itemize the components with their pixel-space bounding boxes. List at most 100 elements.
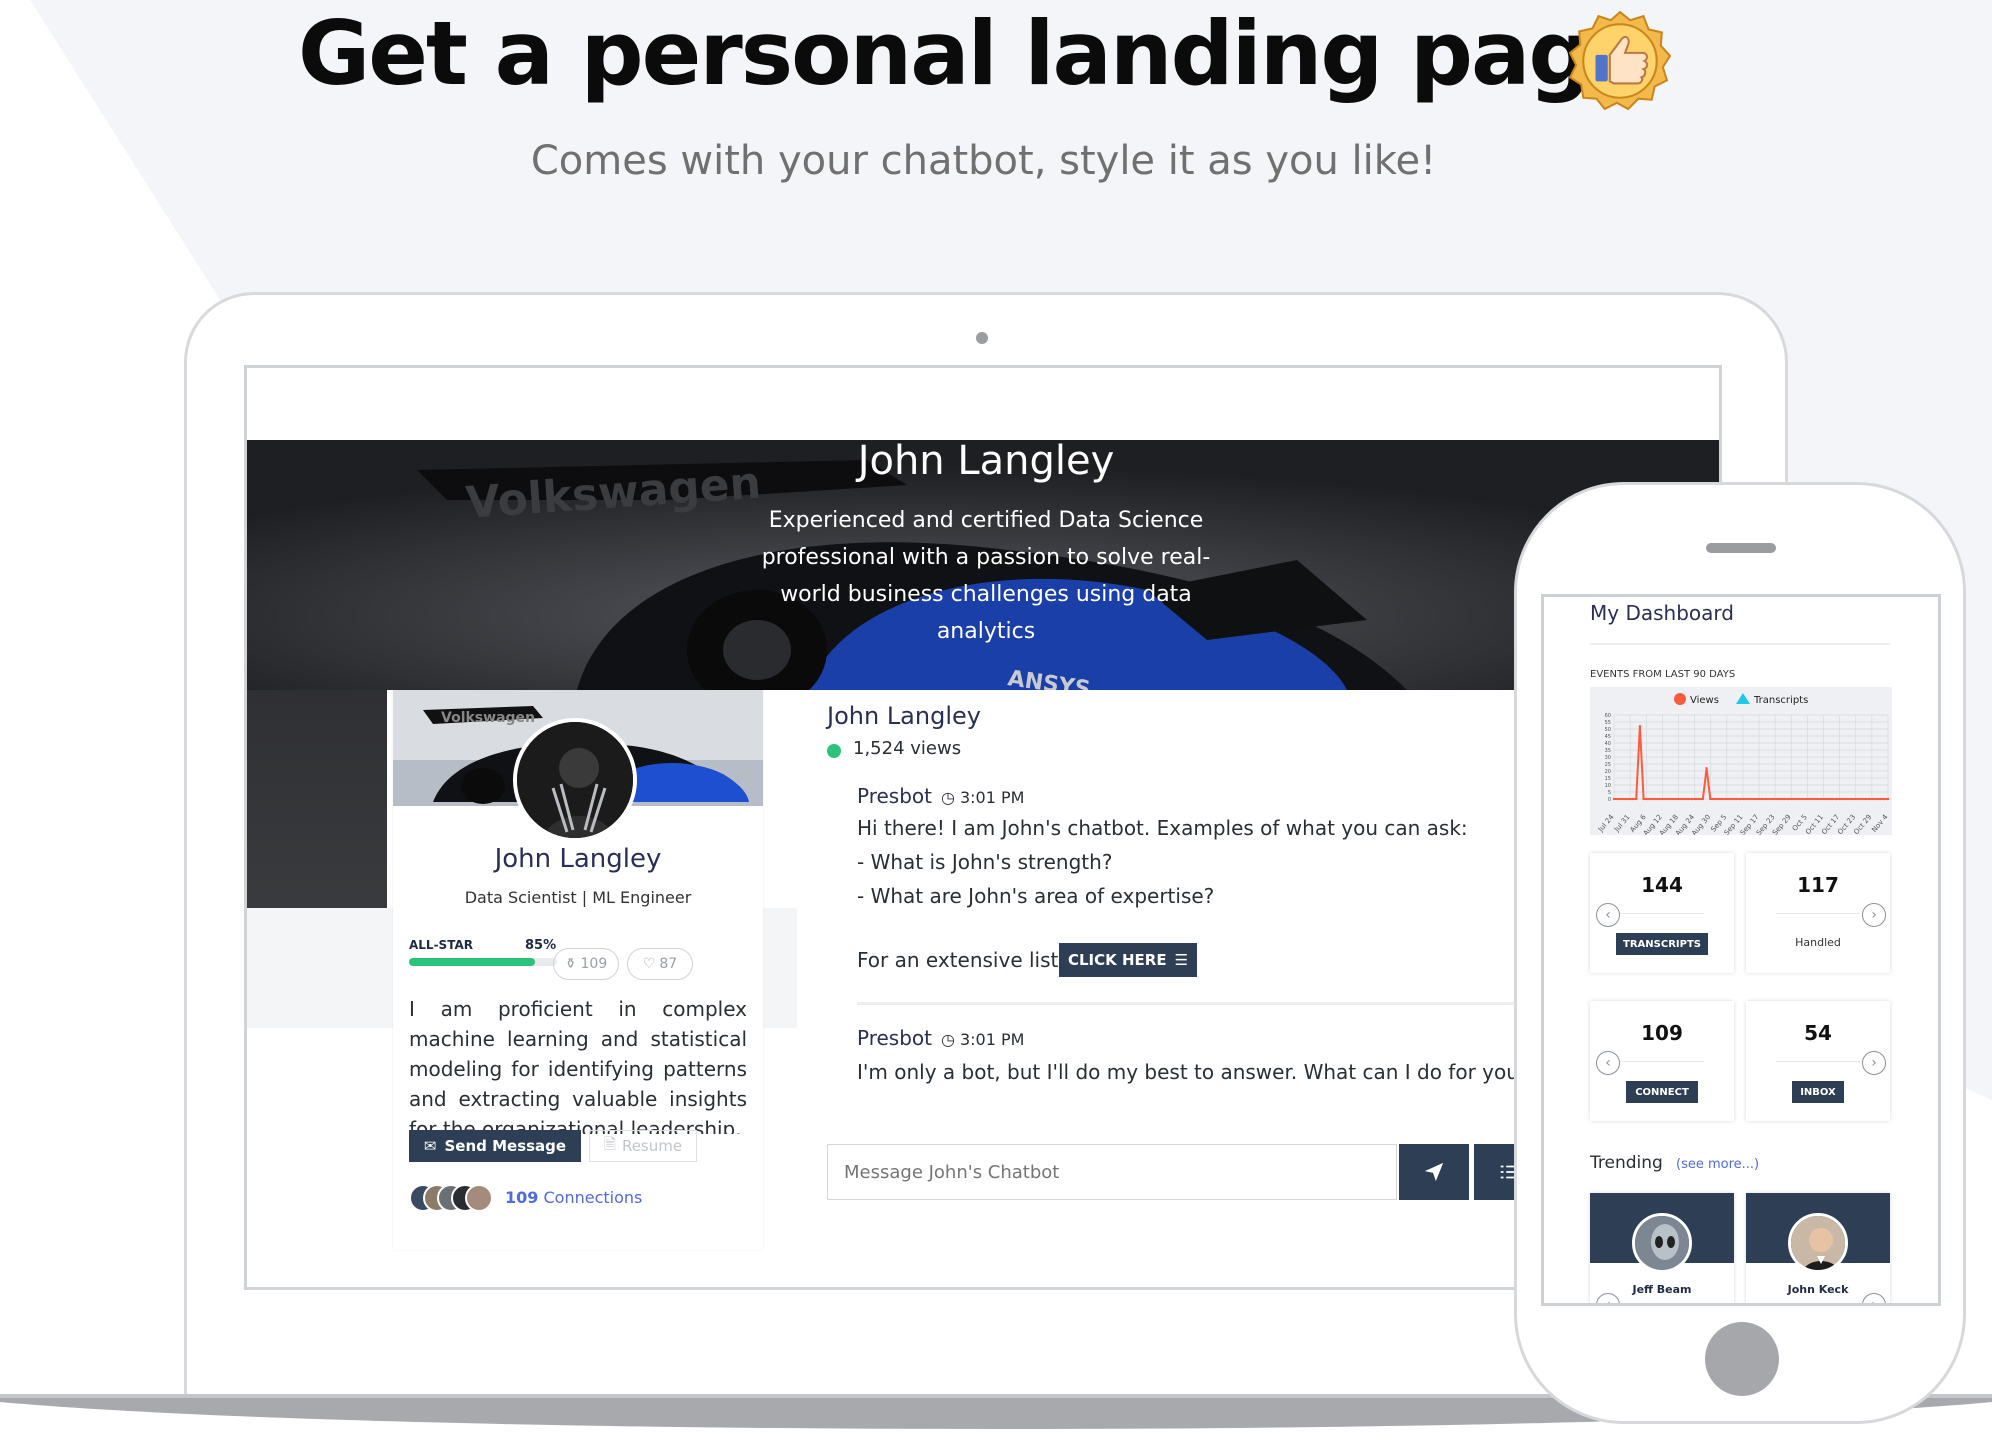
views-data-point — [1723, 797, 1727, 801]
views-data-point — [1705, 767, 1708, 770]
views-data-point — [1812, 797, 1816, 801]
chart-y-tick-label: 30 — [1605, 755, 1611, 761]
stat-label: CONNECT — [1626, 1081, 1698, 1103]
views-data-point — [1816, 797, 1819, 801]
views-data-point — [1742, 797, 1745, 801]
document-icon: 🗎 — [603, 1134, 616, 1153]
views-data-point — [1734, 797, 1738, 801]
views-data-point — [1727, 797, 1730, 801]
hero-description: Experienced and certified Data Science p… — [761, 508, 1211, 644]
connection-avatars[interactable] — [409, 1184, 499, 1212]
dashboard-divider — [1590, 643, 1890, 645]
thumbs-up-badge-icon — [1569, 10, 1671, 111]
like-button[interactable]: ♡ 87 — [627, 948, 693, 980]
chart-y-tick-label: 0 — [1608, 797, 1611, 803]
chevron-left-icon[interactable]: ‹ — [1596, 1051, 1620, 1075]
views-data-point — [1853, 797, 1856, 801]
connection-avatar — [465, 1184, 493, 1212]
send-chat-button[interactable] — [1399, 1144, 1469, 1200]
views-data-point — [1701, 797, 1705, 801]
views-data-point — [1686, 797, 1690, 801]
views-data-point — [1768, 797, 1771, 801]
phone-home-button[interactable] — [1705, 1322, 1779, 1396]
chart-y-tick-label: 15 — [1605, 776, 1611, 782]
views-data-point — [1783, 797, 1786, 801]
avatar — [1788, 1213, 1848, 1273]
views-data-point — [1657, 797, 1660, 801]
see-more-link[interactable]: (see more...) — [1676, 1157, 1759, 1172]
stat-label: TRANSCRIPTS — [1616, 933, 1708, 955]
views-data-point — [1864, 797, 1867, 801]
chat-message-input[interactable] — [827, 1144, 1397, 1200]
chart-y-tick-label: 20 — [1605, 769, 1611, 775]
views-data-point — [1720, 797, 1723, 801]
views-data-point — [1738, 797, 1742, 801]
trending-card[interactable]: John Keck — [1746, 1193, 1890, 1303]
views-data-point — [1668, 797, 1671, 801]
clock-icon: ◷ — [941, 1030, 955, 1049]
views-data-point — [1631, 797, 1634, 801]
svg-text:Volkswagen: Volkswagen — [441, 710, 535, 726]
list-icon: ☰ — [1174, 951, 1189, 969]
views-data-point — [1642, 797, 1645, 801]
stat-divider — [1620, 913, 1704, 914]
events-chart: Views Transcripts 0510152025303540455055… — [1590, 687, 1892, 835]
views-data-point — [1879, 797, 1882, 801]
chevron-left-icon[interactable]: ‹ — [1596, 903, 1620, 927]
events-label: EVENTS FROM LAST 90 DAYS — [1590, 669, 1736, 680]
hero-side-panel — [247, 690, 387, 915]
stat-value: 109 — [1641, 1021, 1683, 1045]
views-data-point — [1820, 797, 1823, 801]
views-data-point — [1875, 797, 1879, 801]
views-data-point — [1627, 797, 1631, 801]
chart-y-tick-label: 25 — [1605, 762, 1611, 768]
views-data-point — [1635, 797, 1638, 801]
views-data-point — [1757, 797, 1760, 801]
click-here-label: CLICK HERE — [1067, 951, 1167, 969]
click-here-button[interactable]: CLICK HERE ☰ — [1059, 943, 1197, 977]
message-sender: Presbot — [857, 1026, 932, 1050]
views-data-point — [1775, 797, 1779, 801]
views-data-point — [1679, 797, 1682, 801]
views-data-point — [1797, 797, 1801, 801]
views-data-point — [1883, 797, 1886, 801]
views-data-point — [1694, 797, 1697, 801]
chevron-right-icon[interactable]: › — [1862, 903, 1886, 927]
connections-link[interactable]: 109 Connections — [505, 1188, 642, 1207]
views-data-point — [1660, 797, 1664, 801]
chat-title: John Langley — [827, 702, 981, 730]
message-cta-text: For an extensive list, — [857, 948, 1065, 972]
hero-name: John Langley — [857, 440, 1115, 484]
avatar[interactable] — [513, 718, 637, 842]
view-count: 1,524 views — [853, 738, 962, 759]
views-data-point — [1672, 797, 1675, 801]
views-data-point — [1623, 797, 1627, 801]
phone-screen: My Dashboard EVENTS FROM LAST 90 DAYS Vi… — [1541, 594, 1941, 1306]
message-line: - What are John's area of expertise? — [857, 884, 1215, 908]
views-data-point — [1779, 797, 1782, 801]
resume-button[interactable]: 🗎 Resume — [589, 1130, 697, 1162]
views-data-point — [1760, 797, 1764, 801]
profile-progress-label: 85% — [525, 938, 557, 953]
views-data-point — [1834, 797, 1838, 801]
views-data-point — [1794, 797, 1797, 801]
endorse-count: 109 — [580, 956, 608, 972]
trending-card[interactable]: Jeff Beam — [1590, 1193, 1734, 1303]
views-data-point — [1801, 797, 1805, 801]
stat-value: 144 — [1641, 873, 1683, 897]
endorse-button[interactable]: ⚱ 109 — [553, 948, 619, 980]
profile-card: Volkswagen John Langley Data Scientist |… — [393, 690, 763, 1250]
views-data-point — [1664, 797, 1668, 801]
send-message-button[interactable]: ✉ Send Message — [409, 1130, 581, 1162]
views-data-point — [1838, 797, 1842, 801]
views-data-point — [1886, 797, 1890, 801]
views-data-point — [1716, 797, 1719, 801]
views-data-point — [1731, 797, 1734, 801]
hero-banner: Volkswagen ANSYS John Langley Experience… — [247, 440, 1719, 690]
views-data-point — [1753, 797, 1756, 801]
views-data-point — [1772, 797, 1775, 801]
chevron-right-icon[interactable]: › — [1862, 1051, 1886, 1075]
laptop-camera — [976, 332, 988, 344]
views-data-point — [1846, 797, 1849, 801]
envelope-icon: ✉ — [423, 1137, 437, 1155]
